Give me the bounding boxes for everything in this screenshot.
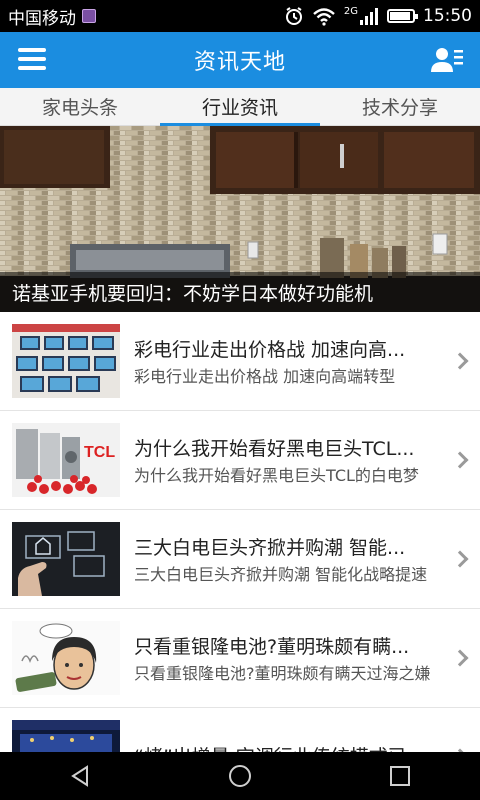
list-item[interactable]: “烤”出增量 空调行业传统模式已... — [0, 708, 480, 752]
tcl-logo-text: TCL — [84, 444, 115, 461]
news-headline: 为什么我开始看好黑电巨头TCL... — [134, 437, 415, 460]
user-list-icon[interactable] — [430, 45, 464, 75]
news-text: “烤”出增量 空调行业传统模式已... — [134, 742, 434, 753]
news-summary: 只看重银隆电池?董明珠颇有瞒天过海之嫌 — [134, 663, 431, 683]
list-item[interactable]: 只看重银隆电池?董明珠颇有瞒... 只看重银隆电池?董明珠颇有瞒天过海之嫌 — [0, 609, 480, 708]
page-title: 资讯天地 — [193, 50, 286, 75]
news-headline: 三大白电巨头齐掀并购潮 智能... — [134, 536, 406, 559]
news-summary: 三大白电巨头齐掀并购潮 智能化战略提速 — [134, 564, 428, 584]
status-icons: 2G 15:50 — [284, 6, 472, 26]
list-item[interactable]: 三大白电巨头齐掀并购潮 智能... 三大白电巨头齐掀并购潮 智能化战略提速 — [0, 510, 480, 609]
battery-icon — [387, 9, 418, 23]
news-headline: 只看重银隆电池?董明珠颇有瞒... — [134, 635, 410, 658]
news-headline: “烤”出增量 空调行业传统模式已... — [134, 742, 434, 753]
list-item[interactable]: 彩电行业走出价格战 加速向高... 彩电行业走出价格战 加速向高端转型 — [0, 312, 480, 411]
signal-group: 2G — [344, 7, 379, 25]
battery-level — [390, 12, 410, 20]
carrier-name: 中国移动 — [8, 8, 76, 29]
chevron-right-icon — [451, 649, 469, 667]
chevron-right-icon — [451, 451, 469, 469]
system-navigation-bar — [0, 752, 480, 800]
news-headline: 彩电行业走出价格战 加速向高... — [134, 338, 406, 361]
alarm-icon — [285, 7, 302, 25]
news-text: 只看重银隆电池?董明珠颇有瞒... 只看重银隆电池?董明珠颇有瞒天过海之嫌 — [134, 632, 434, 685]
clock: 15:50 — [423, 6, 472, 26]
back-icon[interactable] — [50, 752, 110, 800]
recent-apps-icon[interactable] — [370, 752, 430, 800]
news-text: 彩电行业走出价格战 加速向高... 彩电行业走出价格战 加速向高端转型 — [134, 335, 434, 388]
featured-banner[interactable]: 诺基亚手机要回归：不妨学日本做好功能机 — [0, 126, 480, 312]
news-summary: 为什么我开始看好黑电巨头TCL的白电梦 — [134, 465, 419, 485]
chevron-right-icon — [451, 352, 469, 370]
carrier-group: 中国移动 — [8, 4, 96, 29]
list-item[interactable]: TCL 为什么我开始看好黑电巨头TCL... 为什么我开始看好黑电巨头TCL的白… — [0, 411, 480, 510]
app-header: 资讯天地 — [0, 32, 480, 88]
banner-caption: 诺基亚手机要回归：不妨学日本做好功能机 — [0, 272, 480, 312]
news-text: 为什么我开始看好黑电巨头TCL... 为什么我开始看好黑电巨头TCL的白电梦 — [134, 434, 434, 487]
news-summary: 彩电行业走出价格战 加速向高端转型 — [134, 366, 396, 386]
gallery-notification-icon — [82, 9, 96, 23]
home-icon[interactable] — [210, 752, 270, 800]
wifi-icon — [313, 8, 335, 26]
menu-icon[interactable] — [18, 48, 46, 70]
status-bar: 中国移动 2G 15:50 — [0, 0, 480, 32]
news-thumbnail — [12, 324, 120, 398]
news-list: 彩电行业走出价格战 加速向高... 彩电行业走出价格战 加速向高端转型 TCL … — [0, 312, 480, 752]
news-thumbnail — [12, 621, 120, 695]
tab-tech-sharing[interactable]: 技术分享 — [320, 88, 480, 125]
tab-appliance-headlines[interactable]: 家电头条 — [0, 88, 160, 125]
signal-icon — [360, 8, 378, 25]
category-tabs: 家电头条 行业资讯 技术分享 — [0, 88, 480, 126]
tab-industry-news[interactable]: 行业资讯 — [160, 88, 320, 126]
chevron-right-icon — [451, 550, 469, 568]
news-thumbnail: TCL — [12, 423, 120, 497]
news-thumbnail — [12, 522, 120, 596]
news-text: 三大白电巨头齐掀并购潮 智能... 三大白电巨头齐掀并购潮 智能化战略提速 — [134, 533, 434, 586]
network-type: 2G — [343, 6, 358, 17]
news-thumbnail — [12, 720, 120, 752]
